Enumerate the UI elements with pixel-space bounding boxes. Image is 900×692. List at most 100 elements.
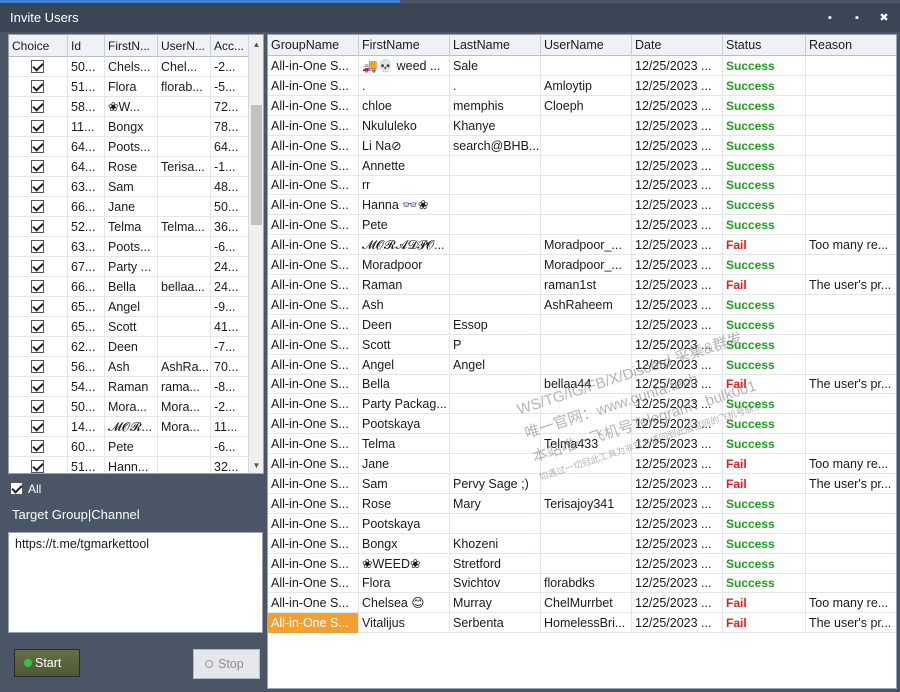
- user-row[interactable]: 54... Raman rama... -8...: [9, 377, 249, 397]
- user-row[interactable]: 56... Ash AshRa... 70...: [9, 357, 249, 377]
- choice-cell[interactable]: [9, 117, 68, 137]
- choice-cell[interactable]: [9, 317, 68, 337]
- result-row[interactable]: All-in-One S... Deen Essop 12/25/2023 ... Su…: [268, 314, 896, 335]
- col-id[interactable]: Id: [68, 35, 105, 57]
- scroll-up-arrow-icon[interactable]: ▲: [249, 37, 263, 52]
- result-row[interactable]: All-in-One S... Pootskaya 12/25/2023 ... Su…: [268, 414, 896, 435]
- choice-checkbox[interactable]: [31, 200, 44, 213]
- choice-cell[interactable]: [9, 77, 68, 97]
- result-row[interactable]: All-in-One S... Scott P 12/25/2023 ... Succe…: [268, 334, 896, 355]
- choice-cell[interactable]: [9, 337, 68, 357]
- choice-checkbox[interactable]: [31, 380, 44, 393]
- col-groupname[interactable]: GroupName: [268, 35, 359, 56]
- user-row[interactable]: 51... Hann... 32...: [9, 457, 249, 473]
- choice-checkbox[interactable]: [31, 240, 44, 253]
- user-row[interactable]: 11... Bongx 78...: [9, 117, 249, 137]
- choice-checkbox[interactable]: [31, 180, 44, 193]
- col-reason[interactable]: Reason: [806, 35, 896, 56]
- result-row[interactable]: All-in-One S... 𝓜𝓞𝓡𝓐𝓓𝓟𝓞... Moradpoor_... 12…: [268, 235, 896, 256]
- result-row[interactable]: All-in-One S... rr 12/25/2023 ... Success: [268, 175, 896, 196]
- user-row[interactable]: 63... Sam 48...: [9, 177, 249, 197]
- choice-checkbox[interactable]: [31, 420, 44, 433]
- user-grid-scrollbar[interactable]: ▲ ▼: [248, 35, 263, 473]
- choice-cell[interactable]: [9, 457, 68, 473]
- choice-cell[interactable]: [9, 277, 68, 297]
- result-row[interactable]: All-in-One S... Telma Telma433 12/25/2023 .…: [268, 434, 896, 455]
- choice-cell[interactable]: [9, 237, 68, 257]
- col-choice[interactable]: Choice: [9, 35, 68, 57]
- choice-cell[interactable]: [9, 397, 68, 417]
- result-row[interactable]: All-in-One S... ❀WEED❀ Stretford 12/25/2023…: [268, 553, 896, 574]
- scroll-down-arrow-icon[interactable]: ▼: [249, 458, 263, 473]
- choice-cell[interactable]: [9, 177, 68, 197]
- choice-cell[interactable]: [9, 137, 68, 157]
- result-row[interactable]: All-in-One S... Li Na⊘ search@BHB... 12/25/…: [268, 135, 896, 156]
- stop-button[interactable]: Stop: [193, 649, 260, 679]
- choice-cell[interactable]: [9, 197, 68, 217]
- choice-checkbox[interactable]: [31, 360, 44, 373]
- choice-cell[interactable]: [9, 417, 68, 437]
- choice-checkbox[interactable]: [31, 140, 44, 153]
- choice-checkbox[interactable]: [31, 260, 44, 273]
- choice-cell[interactable]: [9, 57, 68, 77]
- start-button[interactable]: Start: [14, 649, 80, 677]
- result-row[interactable]: All-in-One S... Pete 12/25/2023 ... Success: [268, 215, 896, 236]
- result-row[interactable]: All-in-One S... Chelsea 😊 Murray ChelMurrbe…: [268, 593, 896, 614]
- choice-cell[interactable]: [9, 377, 68, 397]
- choice-cell[interactable]: [9, 157, 68, 177]
- select-all-checkbox[interactable]: [10, 482, 23, 495]
- user-row[interactable]: 63... Poots... -6...: [9, 237, 249, 257]
- choice-checkbox[interactable]: [31, 300, 44, 313]
- result-row[interactable]: All-in-One S... chloe memphis Cloeph 12/25/2…: [268, 95, 896, 116]
- choice-checkbox[interactable]: [31, 400, 44, 413]
- choice-checkbox[interactable]: [31, 60, 44, 73]
- user-row[interactable]: 60... Pete -6...: [9, 437, 249, 457]
- choice-cell[interactable]: [9, 437, 68, 457]
- user-row[interactable]: 52... Telma Telma... 36...: [9, 217, 249, 237]
- col-firstname[interactable]: FirstN...: [105, 35, 158, 57]
- result-row[interactable]: All-in-One S... Flora Svichtov florabdks 12/…: [268, 573, 896, 594]
- result-row[interactable]: All-in-One S... Raman raman1st 12/25/2023 .…: [268, 274, 896, 295]
- result-row[interactable]: All-in-One S... Ash AshRaheem 12/25/2023 ..…: [268, 294, 896, 315]
- user-row[interactable]: 14... 𝓜𝓞𝓡... Mora... 11...: [9, 417, 249, 437]
- result-row[interactable]: All-in-One S... Bongx Khozeni 12/25/2023 ..…: [268, 533, 896, 554]
- result-row[interactable]: All-in-One S... Jane 12/25/2023 ... Fail Too…: [268, 454, 896, 474]
- result-row[interactable]: All-in-One S... Hanna 👓❀ 12/25/2023 ... Suc…: [268, 195, 896, 216]
- col-date[interactable]: Date: [632, 35, 723, 56]
- user-row[interactable]: 64... Poots... 64...: [9, 137, 249, 157]
- col-access[interactable]: Acc...: [211, 35, 249, 57]
- choice-checkbox[interactable]: [31, 340, 44, 353]
- choice-cell[interactable]: [9, 97, 68, 117]
- result-row[interactable]: All-in-One S... Moradpoor Moradpoor_... 12/…: [268, 255, 896, 275]
- result-row[interactable]: All-in-One S... Party Packag... 12/25/2023…: [268, 394, 896, 415]
- user-row[interactable]: 64... Rose Terisa... -1...: [9, 157, 249, 177]
- choice-checkbox[interactable]: [31, 80, 44, 93]
- result-row[interactable]: All-in-One S... Annette 12/25/2023 ... Succ…: [268, 155, 896, 176]
- user-row[interactable]: 65... Angel -9...: [9, 297, 249, 317]
- result-row[interactable]: All-in-One S... Bella bellaa44 12/25/2023 .…: [268, 374, 896, 395]
- user-row[interactable]: 50... Chels... Chel... -2...: [9, 57, 249, 77]
- minimize-button[interactable]: ▪: [820, 9, 840, 27]
- result-row[interactable]: All-in-One S... Sam Pervy Sage ;) 12/25/202…: [268, 473, 896, 494]
- result-row[interactable]: All-in-One S... Nkululeko Khanye 12/25/2023…: [268, 115, 896, 136]
- choice-checkbox[interactable]: [31, 160, 44, 173]
- result-row[interactable]: All-in-One S... Pootskaya 12/25/2023 ... Su…: [268, 513, 896, 534]
- choice-checkbox[interactable]: [31, 100, 44, 113]
- col-username[interactable]: UserName: [541, 35, 632, 56]
- choice-cell[interactable]: [9, 357, 68, 377]
- user-row[interactable]: 66... Jane 50...: [9, 197, 249, 217]
- result-row[interactable]: All-in-One S... Vitalijus Serbenta Homeless…: [268, 613, 896, 634]
- user-row[interactable]: 51... Flora florab... -5...: [9, 77, 249, 97]
- choice-cell[interactable]: [9, 217, 68, 237]
- choice-cell[interactable]: [9, 257, 68, 277]
- choice-checkbox[interactable]: [31, 120, 44, 133]
- maximize-button[interactable]: ▪: [847, 9, 867, 27]
- user-row[interactable]: 50... Mora... Mora... -2...: [9, 397, 249, 417]
- scroll-thumb[interactable]: [251, 105, 262, 225]
- user-row[interactable]: 62... Deen -7...: [9, 337, 249, 357]
- result-row[interactable]: All-in-One S..... Amloytip 12/25/2023 ... S…: [268, 75, 896, 96]
- user-row[interactable]: 65... Scott 41...: [9, 317, 249, 337]
- user-row[interactable]: 58... ❀W... 72...: [9, 97, 249, 117]
- col-lastname[interactable]: LastName: [450, 35, 541, 56]
- result-row[interactable]: All-in-One S... 🚚💀 weed ... Sale 12/25/2023…: [268, 56, 896, 76]
